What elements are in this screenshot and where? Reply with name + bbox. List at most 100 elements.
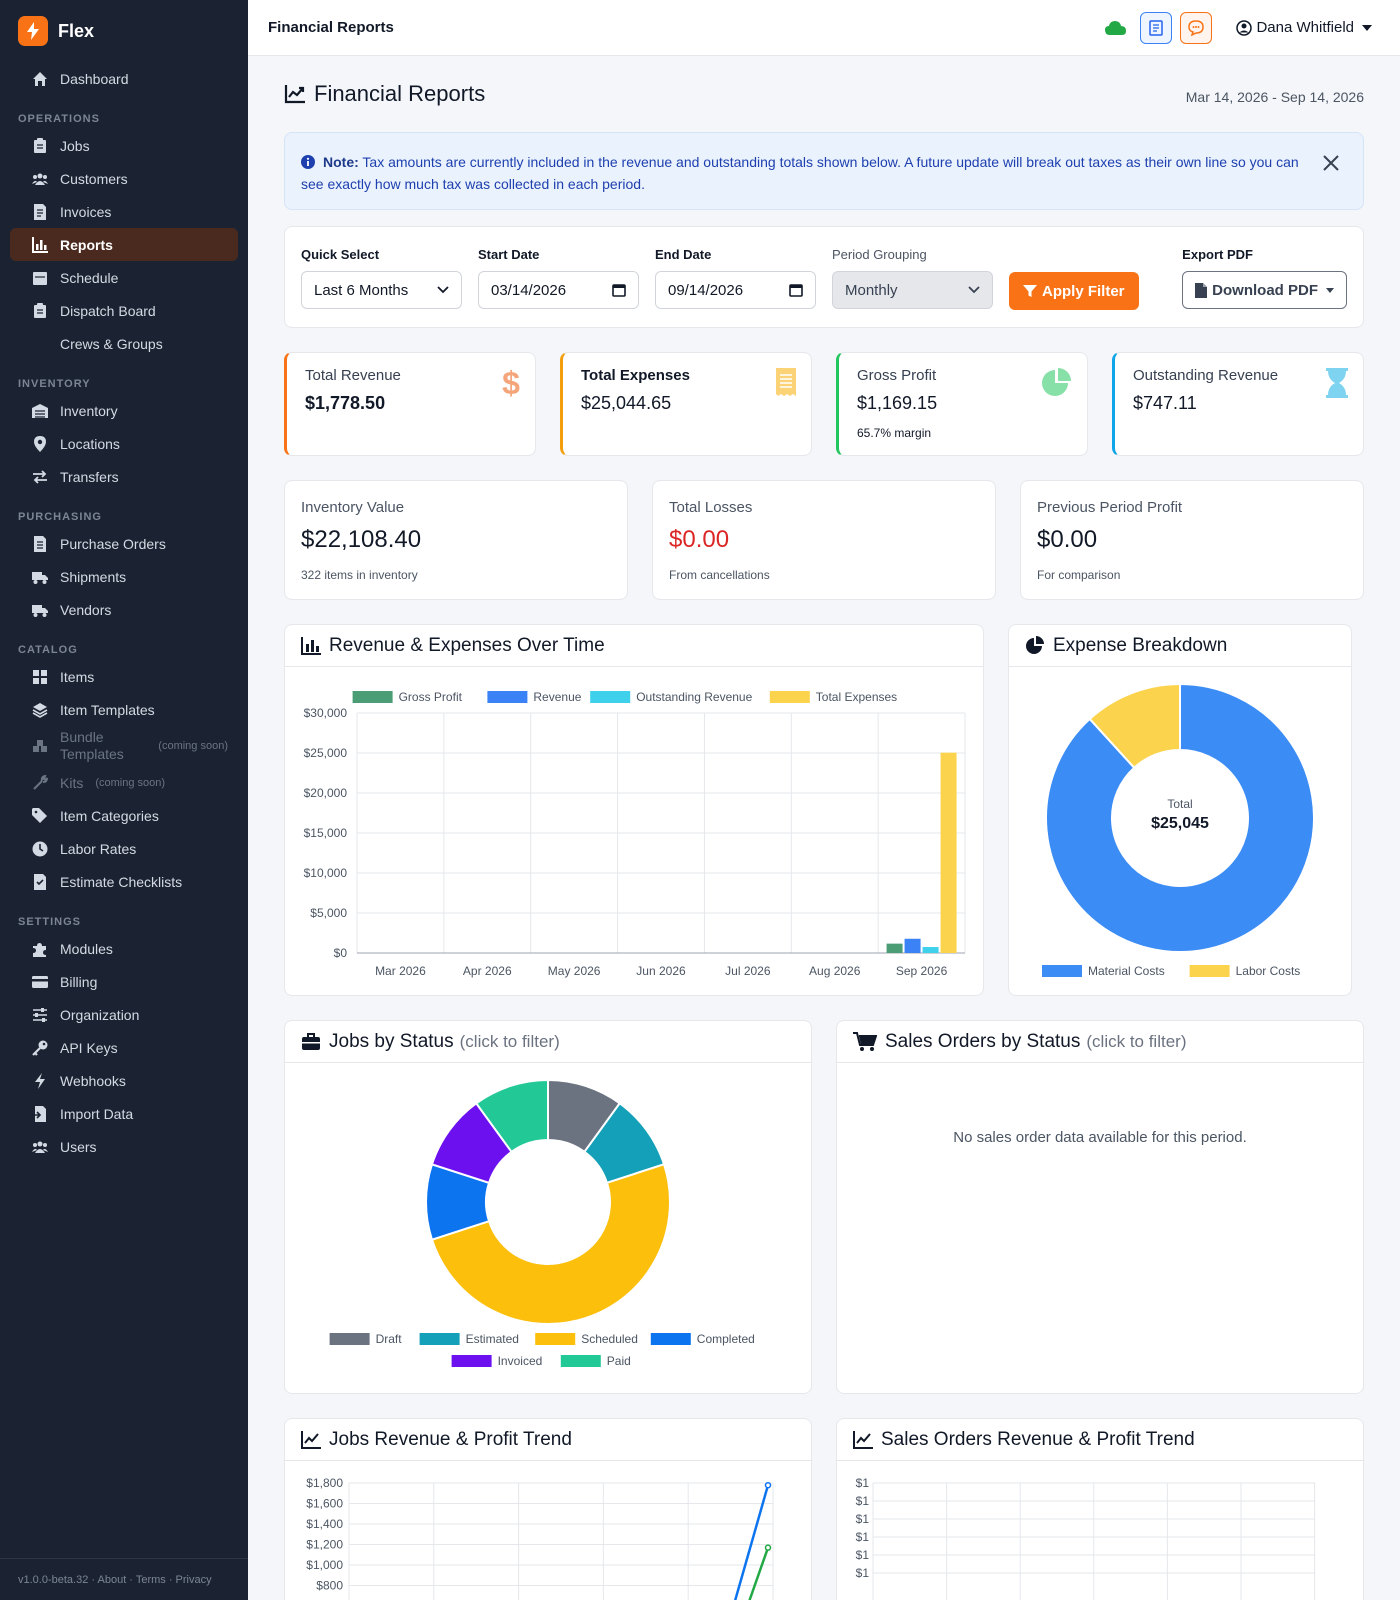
feedback-button[interactable] — [1180, 11, 1213, 44]
sidebar-item-users[interactable]: Users — [10, 1130, 238, 1163]
sidebar-item-label: Schedule — [60, 269, 119, 286]
sidebar-item-purchase-orders[interactable]: Purchase Orders — [10, 527, 238, 560]
sidebar-section-catalog: CATALOG — [18, 644, 78, 656]
sidebar-item-inventory[interactable]: Inventory — [10, 394, 238, 427]
sales-status-card: Sales Orders by Status (click to filter) … — [836, 1020, 1364, 1394]
sidebar-footer[interactable]: v1.0.0-beta.32 · About · Terms · Privacy — [0, 1558, 248, 1600]
layers-icon — [32, 702, 48, 718]
sidebar-item-transfers[interactable]: Transfers — [10, 460, 238, 493]
truck-icon — [32, 602, 48, 618]
sidebar-item-organization[interactable]: Organization — [10, 998, 238, 1031]
calendar-icon — [612, 284, 626, 297]
sidebar-section-inventory: INVENTORY — [18, 378, 91, 390]
legend-swatch — [329, 1333, 370, 1345]
sidebar: Flex Dashboard OPERATIONS Jobs Customers Inv… — [0, 0, 248, 1600]
legend-swatch — [769, 691, 810, 703]
end-date-input[interactable]: 09/14/2026 — [655, 271, 816, 309]
jobs-trend-chart[interactable]: $1,800 $1,600 $1,400 $1,200 $1,000 $800 — [285, 1461, 811, 1600]
notes-button[interactable] — [1140, 11, 1173, 44]
sidebar-section-settings: SETTINGS — [18, 916, 82, 928]
kpi-row: Total Revenue $1,778.50 $ Total Expenses… — [284, 352, 1364, 456]
sidebar-item-label: Items — [60, 668, 95, 685]
sidebar-item-estimate-checklists[interactable]: Estimate Checklists — [10, 865, 238, 898]
y-tick-label: $1 — [856, 1530, 870, 1544]
legend-swatch — [419, 1333, 460, 1345]
page-header: Financial Reports Mar 14, 2026 - Sep 14,… — [284, 56, 1364, 126]
sidebar-item-shipments[interactable]: Shipments — [10, 560, 238, 593]
chart-legend: Invoiced Paid — [451, 1354, 631, 1368]
sidebar-item-label: Reports — [60, 236, 113, 253]
sidebar-item-jobs[interactable]: Jobs — [10, 129, 238, 162]
sidebar-item-label: Webhooks — [60, 1072, 126, 1089]
legend-label: Total Expenses — [816, 690, 897, 704]
sidebar-item-label: Item Templates — [60, 701, 155, 718]
download-pdf-button[interactable]: Download PDF — [1182, 271, 1347, 309]
user-circle-icon — [1236, 19, 1253, 36]
brand[interactable]: Flex — [0, 0, 248, 62]
sidebar-item-label: Purchase Orders — [60, 535, 166, 552]
line-chart-icon — [853, 1430, 873, 1449]
sidebar-item-billing[interactable]: Billing — [10, 965, 238, 998]
topbar-title: Financial Reports — [268, 19, 394, 36]
quick-select-dropdown[interactable]: Last 6 Months — [301, 271, 462, 309]
sidebar-item-crews-groups[interactable]: Crews & Groups — [10, 327, 238, 360]
legend-swatch — [1189, 965, 1230, 977]
legend-label: Gross Profit — [399, 690, 463, 704]
x-tick-label: May 2026 — [548, 964, 601, 978]
notes-icon — [1149, 19, 1164, 36]
sidebar-item-modules[interactable]: Modules — [10, 932, 238, 965]
bar-chart-icon — [32, 236, 48, 253]
sales-trend-chart[interactable]: $1 $1 $1 $1 $1 $1 — [837, 1461, 1363, 1600]
sidebar-nav: Dashboard OPERATIONS Jobs Customers Invoices… — [0, 62, 248, 1163]
sidebar-item-reports[interactable]: Reports — [10, 228, 238, 261]
sidebar-item-customers[interactable]: Customers — [10, 162, 238, 195]
users-icon — [32, 171, 48, 187]
sidebar-item-item-categories[interactable]: Item Categories — [10, 799, 238, 832]
coming-soon-badge: (coming soon) — [158, 740, 228, 752]
y-tick-label: $10,000 — [304, 866, 348, 880]
sidebar-item-dashboard[interactable]: Dashboard — [10, 62, 238, 95]
sidebar-item-label: Crews & Groups — [60, 335, 163, 352]
end-date-group: End Date 09/14/2026 — [655, 247, 816, 309]
sidebar-item-invoices[interactable]: Invoices — [10, 195, 238, 228]
legend-label: Invoiced — [498, 1354, 543, 1368]
sidebar-item-vendors[interactable]: Vendors — [10, 593, 238, 626]
close-icon[interactable] — [1323, 155, 1339, 177]
truck-icon — [32, 569, 48, 585]
start-date-input[interactable]: 03/14/2026 — [478, 271, 639, 309]
period-grouping-select[interactable]: Monthly — [832, 271, 993, 309]
jobs-status-chart[interactable]: Draft Estimated Scheduled Completed Invoiced… — [285, 1063, 811, 1393]
sidebar-item-label: Customers — [60, 170, 128, 187]
apply-filter-button[interactable]: Apply Filter — [1009, 272, 1139, 310]
sidebar-item-webhooks[interactable]: Webhooks — [10, 1064, 238, 1097]
legend-label: Draft — [376, 1332, 403, 1346]
no-sales-message: No sales order data available for this p… — [953, 1129, 1247, 1146]
sidebar-item-labor-rates[interactable]: Labor Rates — [10, 832, 238, 865]
key-icon — [32, 1040, 48, 1056]
user-menu[interactable]: Dana Whitfield — [1236, 19, 1372, 36]
tags-icon — [32, 807, 48, 824]
app-name: Flex — [58, 20, 95, 41]
y-tick-label: $0 — [334, 946, 348, 960]
secondary-stats-row: Inventory Value $22,108.40 322 items in … — [284, 480, 1364, 600]
calendar-icon — [32, 270, 48, 286]
revenue-expenses-chart[interactable]: Gross Profit Revenue Outstanding Revenue To… — [285, 667, 983, 995]
sidebar-item-api-keys[interactable]: API Keys — [10, 1031, 238, 1064]
sidebar-item-label: Invoices — [60, 203, 112, 220]
sidebar-item-items[interactable]: Items — [10, 660, 238, 693]
x-tick-label: Apr 2026 — [463, 964, 512, 978]
kpi-total-revenue: Total Revenue $1,778.50 $ — [284, 352, 536, 456]
expense-breakdown-chart[interactable]: Total $25,045 Material Costs Labor Costs — [1009, 667, 1351, 995]
sidebar-item-label: Modules — [60, 940, 113, 957]
credit-card-icon — [32, 974, 48, 990]
sidebar-item-locations[interactable]: Locations — [10, 427, 238, 460]
chart-row-3: Jobs Revenue & Profit Trend $1,800 $1,600… — [284, 1418, 1364, 1600]
clipboard-icon — [32, 137, 48, 154]
cloud-icon[interactable] — [1100, 12, 1132, 44]
expense-breakdown-title: Expense Breakdown — [1009, 625, 1351, 667]
briefcase-icon — [301, 1032, 321, 1051]
sidebar-item-schedule[interactable]: Schedule — [10, 261, 238, 294]
sidebar-item-item-templates[interactable]: Item Templates — [10, 693, 238, 726]
sidebar-item-import-data[interactable]: Import Data — [10, 1097, 238, 1130]
sidebar-item-dispatch-board[interactable]: Dispatch Board — [10, 294, 238, 327]
